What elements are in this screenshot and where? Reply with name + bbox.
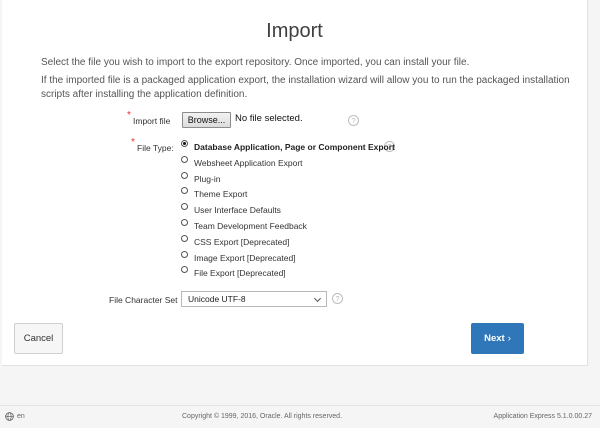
radio-label: User Interface Defaults [194, 205, 281, 216]
file-status: No file selected. [235, 113, 303, 124]
charset-label: File Character Set [109, 295, 178, 305]
next-button-label: Next [484, 333, 505, 344]
chevron-down-icon [313, 294, 322, 303]
required-marker: * [131, 137, 135, 148]
radio-label: Image Export [Deprecated] [194, 252, 296, 263]
chevron-right-icon: › [507, 333, 511, 344]
charset-help-icon[interactable]: ? [332, 293, 343, 304]
intro-paragraph-2: If the imported file is a packaged appli… [41, 75, 570, 100]
radio-label: CSS Export [Deprecated] [194, 236, 290, 247]
radio-label: Websheet Application Export [194, 157, 303, 168]
radio-label: Database Application, Page or Component … [194, 142, 395, 152]
radio-button[interactable] [181, 155, 188, 163]
radio-button[interactable] [181, 250, 188, 258]
footer: en Copyright © 1999, 2016, Oracle. All r… [0, 405, 600, 428]
charset-select[interactable]: Unicode UTF-8 [181, 291, 327, 307]
radio-button[interactable] [181, 140, 188, 147]
import-dialog: Import Select the file you wish to impor… [2, 0, 588, 366]
radio-button[interactable] [181, 234, 188, 242]
next-button[interactable]: Next › [471, 323, 524, 354]
page-title: Import [266, 20, 323, 42]
radio-label: Team Development Feedback [194, 220, 307, 231]
intro-paragraph-1: Select the file you wish to import to th… [41, 57, 470, 68]
charset-selected-value: Unicode UTF-8 [188, 294, 246, 304]
radio-button[interactable] [181, 266, 188, 274]
copyright-text: Copyright © 1999, 2016, Oracle. All righ… [182, 413, 343, 420]
radio-label: Plug-in [194, 173, 221, 184]
required-marker: * [127, 110, 131, 121]
file-type-label: File Type: [137, 143, 174, 153]
radio-label: File Export [Deprecated] [194, 268, 286, 279]
radio-label: Theme Export [194, 189, 248, 200]
version-text: Application Express 5.1.0.00.27 [493, 413, 592, 420]
import-file-label: Import file [133, 116, 171, 126]
cancel-button[interactable]: Cancel [14, 323, 63, 354]
radio-button[interactable] [181, 187, 188, 195]
radio-button[interactable] [181, 203, 188, 211]
import-file-help-icon[interactable]: ? [348, 115, 359, 126]
intro-text: Select the file you wish to import to th… [41, 56, 571, 102]
browse-button[interactable]: Browse... [182, 112, 231, 128]
language-link[interactable]: en [17, 413, 25, 420]
radio-button[interactable] [181, 171, 188, 179]
radio-button[interactable] [181, 218, 188, 226]
globe-icon[interactable] [5, 412, 14, 421]
